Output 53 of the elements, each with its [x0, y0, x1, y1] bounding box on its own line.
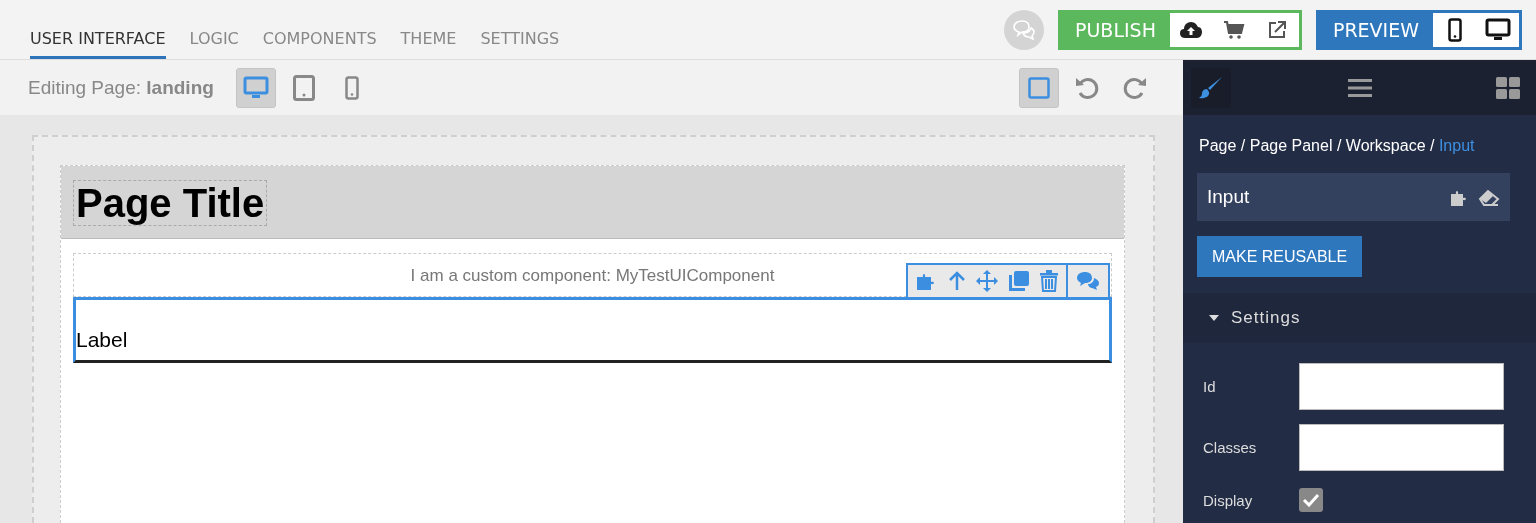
- grid-icon: [1495, 75, 1521, 100]
- page-title: Page Title: [73, 180, 268, 226]
- field-label: Id: [1203, 378, 1217, 395]
- cart-icon: [1223, 19, 1246, 40]
- copy-icon[interactable]: [1008, 270, 1030, 292]
- nav-tab[interactable]: LOGIC: [189, 29, 239, 59]
- nav-tab[interactable]: COMPONENTS: [262, 29, 377, 59]
- breadcrumb-separator: /: [1335, 137, 1343, 154]
- phone-icon: [344, 75, 359, 100]
- input-component[interactable]: Label: [73, 297, 1112, 363]
- make-reusable-button[interactable]: MAKE REUSABLE: [1197, 236, 1363, 277]
- phone-icon: [1447, 17, 1462, 42]
- phone-preview-button[interactable]: [1433, 12, 1476, 47]
- chat-icon: [1012, 19, 1036, 40]
- field-label: Display: [1203, 491, 1254, 509]
- input-field[interactable]: [1299, 424, 1504, 471]
- arrow-up-icon[interactable]: [948, 271, 966, 291]
- preview-button[interactable]: PREVIEW: [1318, 12, 1433, 47]
- checkmark-icon: [1302, 493, 1320, 507]
- cloud-upload-icon: [1179, 20, 1204, 39]
- panel-tab[interactable]: [1191, 67, 1231, 108]
- comments-icon[interactable]: [1076, 271, 1100, 291]
- editing-page-label: Editing Page: landing: [28, 76, 214, 99]
- breadcrumb-separator: /: [1429, 137, 1436, 154]
- publish-button[interactable]: PUBLISH: [1061, 12, 1170, 47]
- external-link-button[interactable]: [1255, 12, 1299, 47]
- component-actions-icon[interactable]: [1450, 187, 1500, 207]
- settings-section-header[interactable]: Settings: [1183, 293, 1536, 343]
- desktop-icon: [242, 75, 269, 100]
- field-label: Classes: [1203, 439, 1258, 456]
- component-name: Input: [1207, 186, 1250, 208]
- nav-tab[interactable]: SETTINGS: [480, 29, 560, 59]
- tablet-icon: [292, 74, 315, 101]
- desktop-icon: [1484, 17, 1511, 42]
- checkbox[interactable]: [1299, 488, 1323, 512]
- breadcrumb-separator: /: [1239, 137, 1247, 154]
- cloud-upload-button[interactable]: [1169, 12, 1213, 47]
- outline-toggle[interactable]: [1019, 67, 1059, 108]
- menu-icon: [1347, 77, 1372, 98]
- breadcrumb-link[interactable]: Workspace: [1345, 137, 1426, 154]
- breadcrumb-link[interactable]: Page: [1199, 137, 1237, 154]
- nav-tab[interactable]: THEME: [400, 29, 457, 59]
- desktop-preview-button[interactable]: [1476, 12, 1519, 47]
- external-link-icon: [1267, 19, 1288, 40]
- device-toggle[interactable]: [235, 67, 276, 108]
- trash-icon[interactable]: [1040, 270, 1058, 292]
- paintbrush-icon: [1198, 74, 1224, 101]
- breadcrumb-link[interactable]: Page Panel: [1249, 137, 1333, 154]
- move-icon[interactable]: [976, 270, 998, 292]
- square-icon: [1028, 76, 1050, 99]
- input-field[interactable]: [1299, 363, 1504, 410]
- breadcrumb-link[interactable]: Input: [1438, 137, 1475, 154]
- caret-icon: [1209, 315, 1219, 321]
